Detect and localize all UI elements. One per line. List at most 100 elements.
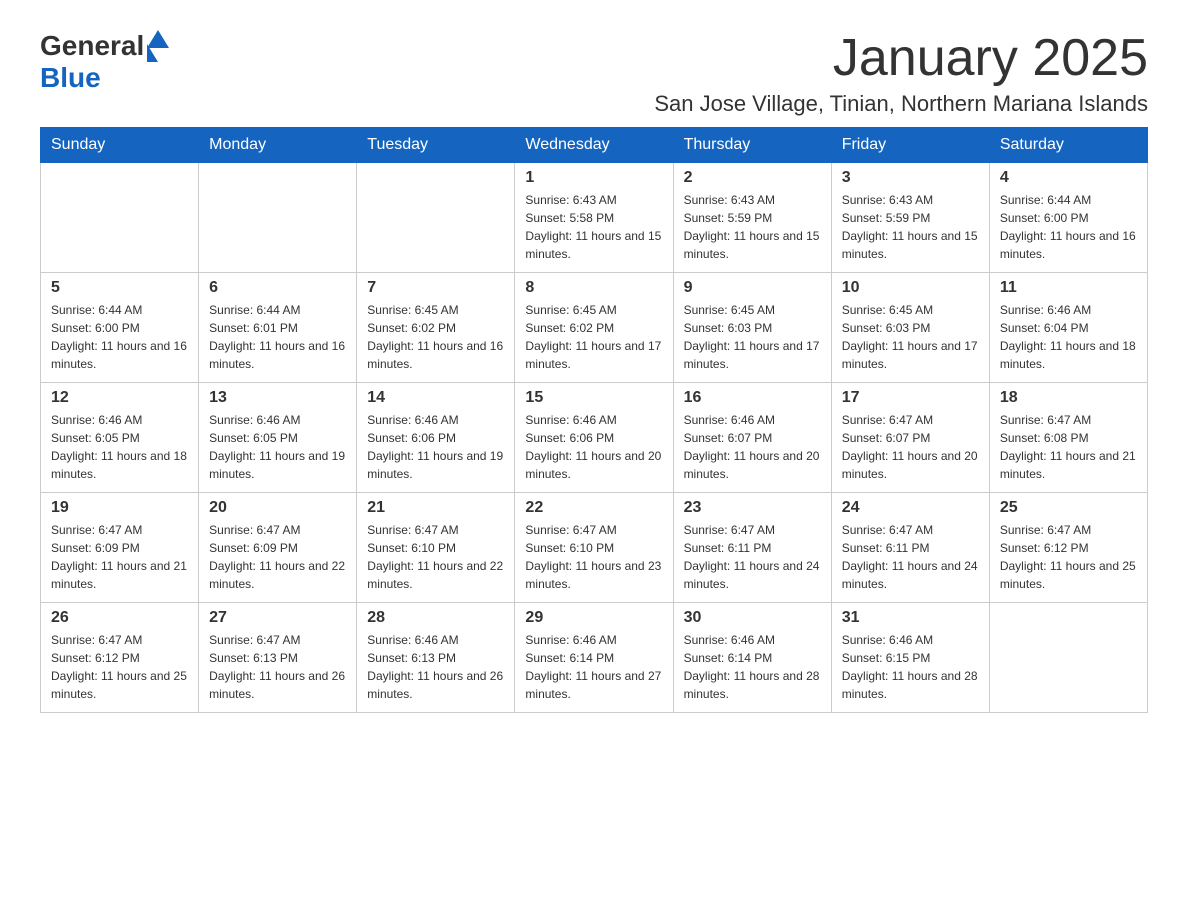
calendar-week-row: 19 Sunrise: 6:47 AMSunset: 6:09 PMDayligh… bbox=[41, 493, 1148, 603]
calendar-cell: 24 Sunrise: 6:47 AMSunset: 6:11 PMDayligh… bbox=[831, 493, 989, 603]
calendar-week-row: 12Sunrise: 6:46 AMSunset: 6:05 PMDayligh… bbox=[41, 383, 1148, 493]
calendar-cell: 13 Sunrise: 6:46 AMSunset: 6:05 PMDayligh… bbox=[199, 383, 357, 493]
day-info: Sunrise: 6:44 AMSunset: 6:00 PMDaylight:… bbox=[1000, 191, 1137, 263]
calendar-cell: 12Sunrise: 6:46 AMSunset: 6:05 PMDayligh… bbox=[41, 383, 199, 493]
day-number: 10 bbox=[842, 279, 979, 297]
day-number: 13 bbox=[209, 389, 346, 407]
day-number: 3 bbox=[842, 169, 979, 187]
calendar-cell: 29Sunrise: 6:46 AMSunset: 6:14 PMDayligh… bbox=[515, 603, 673, 713]
calendar-cell: 26 Sunrise: 6:47 AMSunset: 6:12 PMDayligh… bbox=[41, 603, 199, 713]
calendar-header-wednesday: Wednesday bbox=[515, 128, 673, 163]
day-info: Sunrise: 6:46 AMSunset: 6:04 PMDaylight:… bbox=[1000, 301, 1137, 373]
day-info: Sunrise: 6:47 AMSunset: 6:12 PMDaylight:… bbox=[51, 631, 188, 703]
logo-general-text: General bbox=[40, 30, 144, 62]
calendar-cell: 1Sunrise: 6:43 AMSunset: 5:58 PMDaylight… bbox=[515, 163, 673, 273]
day-info: Sunrise: 6:45 AMSunset: 6:02 PMDaylight:… bbox=[525, 301, 662, 373]
calendar-cell: 27 Sunrise: 6:47 AMSunset: 6:13 PMDayligh… bbox=[199, 603, 357, 713]
calendar-cell: 21Sunrise: 6:47 AMSunset: 6:10 PMDayligh… bbox=[357, 493, 515, 603]
calendar-cell: 20 Sunrise: 6:47 AMSunset: 6:09 PMDayligh… bbox=[199, 493, 357, 603]
day-number: 15 bbox=[525, 389, 662, 407]
calendar-cell: 8 Sunrise: 6:45 AMSunset: 6:02 PMDaylight… bbox=[515, 273, 673, 383]
day-number: 31 bbox=[842, 609, 979, 627]
calendar-cell bbox=[989, 603, 1147, 713]
day-number: 25 bbox=[1000, 499, 1137, 517]
day-number: 24 bbox=[842, 499, 979, 517]
day-number: 14 bbox=[367, 389, 504, 407]
calendar-cell: 22Sunrise: 6:47 AMSunset: 6:10 PMDayligh… bbox=[515, 493, 673, 603]
calendar-header-friday: Friday bbox=[831, 128, 989, 163]
day-number: 4 bbox=[1000, 169, 1137, 187]
calendar-cell: 7Sunrise: 6:45 AMSunset: 6:02 PMDaylight… bbox=[357, 273, 515, 383]
day-number: 1 bbox=[525, 169, 662, 187]
day-info: Sunrise: 6:47 AMSunset: 6:08 PMDaylight:… bbox=[1000, 411, 1137, 483]
calendar-week-row: 26 Sunrise: 6:47 AMSunset: 6:12 PMDayligh… bbox=[41, 603, 1148, 713]
day-info: Sunrise: 6:43 AMSunset: 5:59 PMDaylight:… bbox=[842, 191, 979, 263]
day-info: Sunrise: 6:46 AMSunset: 6:06 PMDaylight:… bbox=[367, 411, 504, 483]
calendar-table: SundayMondayTuesdayWednesdayThursdayFrid… bbox=[40, 127, 1148, 713]
logo: General Blue bbox=[40, 30, 169, 94]
day-number: 18 bbox=[1000, 389, 1137, 407]
day-number: 8 bbox=[525, 279, 662, 297]
day-number: 23 bbox=[684, 499, 821, 517]
day-info: Sunrise: 6:47 AMSunset: 6:13 PMDaylight:… bbox=[209, 631, 346, 703]
day-info: Sunrise: 6:45 AMSunset: 6:03 PMDaylight:… bbox=[842, 301, 979, 373]
calendar-cell: 25 Sunrise: 6:47 AMSunset: 6:12 PMDayligh… bbox=[989, 493, 1147, 603]
calendar-cell: 4 Sunrise: 6:44 AMSunset: 6:00 PMDaylight… bbox=[989, 163, 1147, 273]
day-number: 16 bbox=[684, 389, 821, 407]
day-number: 17 bbox=[842, 389, 979, 407]
calendar-cell: 3 Sunrise: 6:43 AMSunset: 5:59 PMDaylight… bbox=[831, 163, 989, 273]
logo-blue-text: Blue bbox=[40, 62, 101, 94]
page-header: General Blue January 2025 San Jose Villa… bbox=[40, 30, 1148, 117]
day-info: Sunrise: 6:46 AMSunset: 6:13 PMDaylight:… bbox=[367, 631, 504, 703]
day-info: Sunrise: 6:46 AMSunset: 6:14 PMDaylight:… bbox=[684, 631, 821, 703]
day-number: 9 bbox=[684, 279, 821, 297]
calendar-cell: 15 Sunrise: 6:46 AMSunset: 6:06 PMDayligh… bbox=[515, 383, 673, 493]
logo-icon: General Blue bbox=[40, 30, 169, 94]
day-info: Sunrise: 6:47 AMSunset: 6:10 PMDaylight:… bbox=[525, 521, 662, 593]
day-number: 5 bbox=[51, 279, 188, 297]
day-info: Sunrise: 6:47 AMSunset: 6:11 PMDaylight:… bbox=[842, 521, 979, 593]
location-title: San Jose Village, Tinian, Northern Maria… bbox=[654, 91, 1148, 117]
day-info: Sunrise: 6:45 AMSunset: 6:02 PMDaylight:… bbox=[367, 301, 504, 373]
calendar-cell bbox=[199, 163, 357, 273]
day-info: Sunrise: 6:47 AMSunset: 6:09 PMDaylight:… bbox=[209, 521, 346, 593]
day-info: Sunrise: 6:46 AMSunset: 6:05 PMDaylight:… bbox=[209, 411, 346, 483]
calendar-header-sunday: Sunday bbox=[41, 128, 199, 163]
day-number: 21 bbox=[367, 499, 504, 517]
calendar-cell: 18 Sunrise: 6:47 AMSunset: 6:08 PMDayligh… bbox=[989, 383, 1147, 493]
day-number: 11 bbox=[1000, 279, 1137, 297]
day-number: 19 bbox=[51, 499, 188, 517]
day-number: 28 bbox=[367, 609, 504, 627]
calendar-cell: 2Sunrise: 6:43 AMSunset: 5:59 PMDaylight… bbox=[673, 163, 831, 273]
calendar-cell: 10 Sunrise: 6:45 AMSunset: 6:03 PMDayligh… bbox=[831, 273, 989, 383]
day-number: 26 bbox=[51, 609, 188, 627]
day-info: Sunrise: 6:44 AMSunset: 6:01 PMDaylight:… bbox=[209, 301, 346, 373]
day-info: Sunrise: 6:47 AMSunset: 6:11 PMDaylight:… bbox=[684, 521, 821, 593]
day-info: Sunrise: 6:43 AMSunset: 5:59 PMDaylight:… bbox=[684, 191, 821, 263]
day-number: 6 bbox=[209, 279, 346, 297]
month-title: January 2025 bbox=[654, 30, 1148, 87]
day-info: Sunrise: 6:47 AMSunset: 6:09 PMDaylight:… bbox=[51, 521, 188, 593]
calendar-cell: 17 Sunrise: 6:47 AMSunset: 6:07 PMDayligh… bbox=[831, 383, 989, 493]
day-info: Sunrise: 6:45 AMSunset: 6:03 PMDaylight:… bbox=[684, 301, 821, 373]
calendar-week-row: 1Sunrise: 6:43 AMSunset: 5:58 PMDaylight… bbox=[41, 163, 1148, 273]
title-area: January 2025 San Jose Village, Tinian, N… bbox=[654, 30, 1148, 117]
day-number: 30 bbox=[684, 609, 821, 627]
calendar-cell: 14 Sunrise: 6:46 AMSunset: 6:06 PMDayligh… bbox=[357, 383, 515, 493]
day-info: Sunrise: 6:46 AMSunset: 6:14 PMDaylight:… bbox=[525, 631, 662, 703]
calendar-cell: 28 Sunrise: 6:46 AMSunset: 6:13 PMDayligh… bbox=[357, 603, 515, 713]
day-info: Sunrise: 6:46 AMSunset: 6:15 PMDaylight:… bbox=[842, 631, 979, 703]
day-number: 27 bbox=[209, 609, 346, 627]
calendar-cell bbox=[357, 163, 515, 273]
day-number: 20 bbox=[209, 499, 346, 517]
calendar-cell: 11 Sunrise: 6:46 AMSunset: 6:04 PMDayligh… bbox=[989, 273, 1147, 383]
calendar-week-row: 5Sunrise: 6:44 AMSunset: 6:00 PMDaylight… bbox=[41, 273, 1148, 383]
calendar-header-row: SundayMondayTuesdayWednesdayThursdayFrid… bbox=[41, 128, 1148, 163]
calendar-header-monday: Monday bbox=[199, 128, 357, 163]
calendar-cell: 16Sunrise: 6:46 AMSunset: 6:07 PMDayligh… bbox=[673, 383, 831, 493]
day-info: Sunrise: 6:46 AMSunset: 6:05 PMDaylight:… bbox=[51, 411, 188, 483]
day-info: Sunrise: 6:47 AMSunset: 6:07 PMDaylight:… bbox=[842, 411, 979, 483]
calendar-cell: 9 Sunrise: 6:45 AMSunset: 6:03 PMDaylight… bbox=[673, 273, 831, 383]
day-info: Sunrise: 6:46 AMSunset: 6:06 PMDaylight:… bbox=[525, 411, 662, 483]
day-info: Sunrise: 6:47 AMSunset: 6:12 PMDaylight:… bbox=[1000, 521, 1137, 593]
